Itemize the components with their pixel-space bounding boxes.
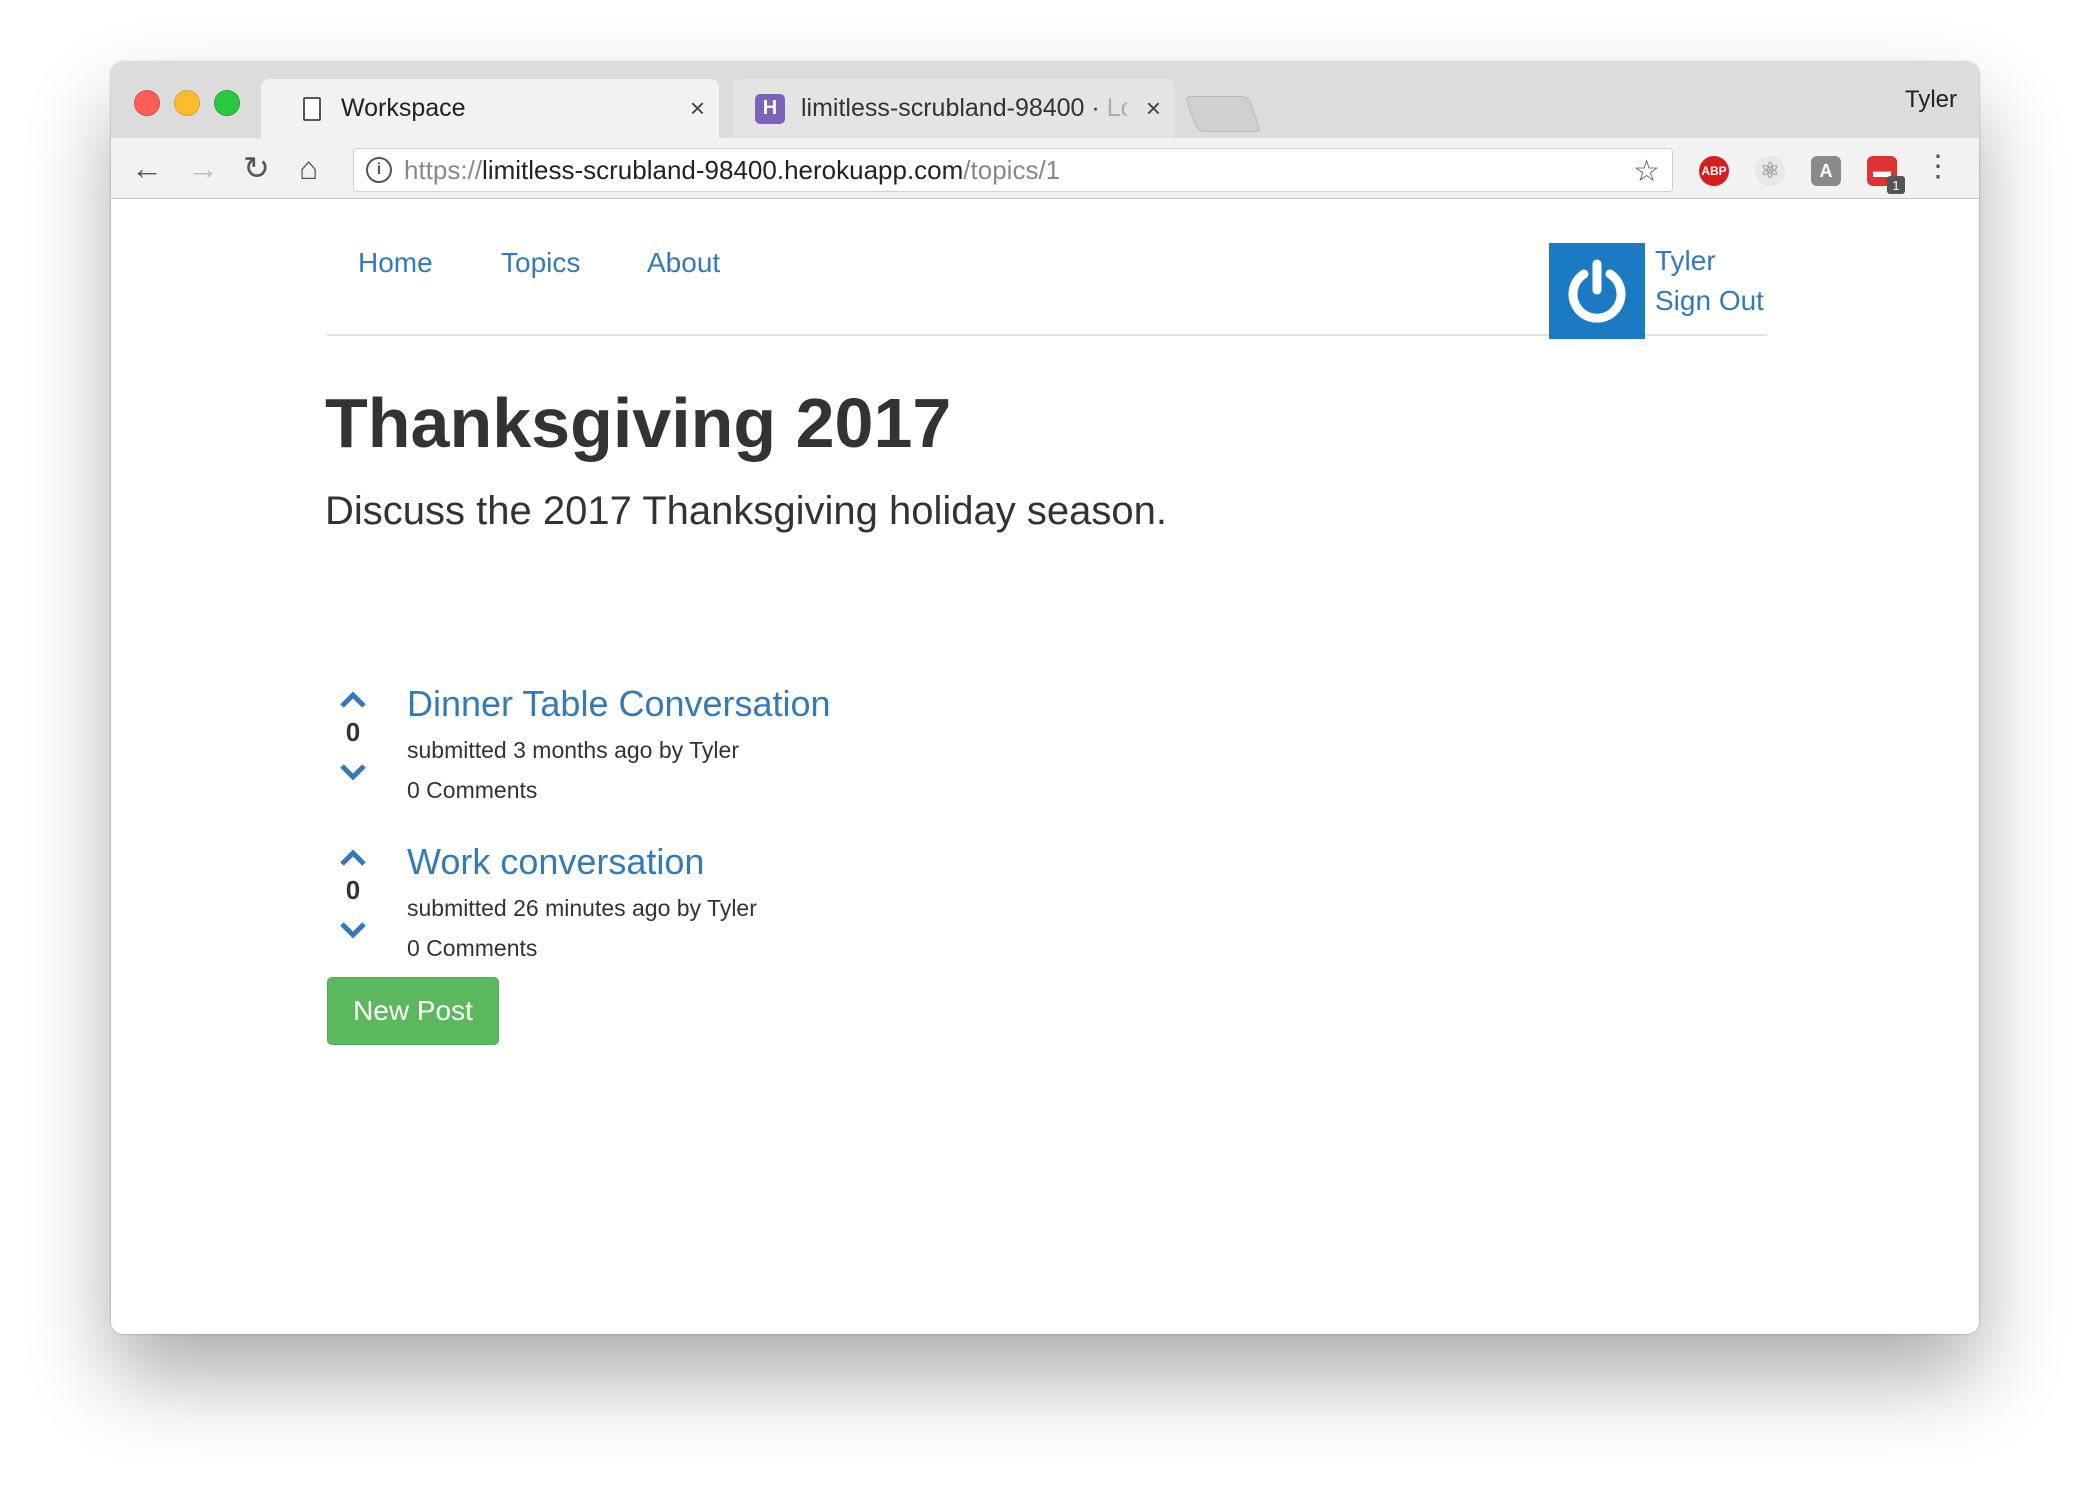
page-content: Home Topics About Tyler Sign Out Thanksg… [111, 199, 1979, 1334]
vote-count: 0 [345, 875, 361, 905]
tab-close-icon[interactable]: × [1146, 93, 1161, 124]
post-title-link[interactable]: Work conversation [407, 841, 704, 883]
page-title: Thanksgiving 2017 [325, 384, 952, 462]
home-icon[interactable]: ⌂ [299, 152, 318, 184]
post-submitted: submitted 3 months ago by Tyler [407, 737, 739, 763]
back-arrow-icon[interactable]: ← [131, 152, 163, 184]
post-submitted: submitted 26 minutes ago by Tyler [407, 895, 757, 921]
nav-topics-link[interactable]: Topics [501, 247, 580, 279]
reload-icon[interactable]: ↻ [243, 152, 270, 184]
tab-workspace[interactable]: Workspace × [261, 79, 719, 138]
upvote-icon[interactable] [338, 689, 368, 711]
tab-close-icon[interactable]: × [690, 93, 705, 124]
browser-toolbar: ← → ↻ ⌂ i https://limitless-scrubland-98… [111, 138, 1979, 199]
post-item: 0 Dinner Table Conversation submitted 3 … [327, 683, 1227, 833]
tab-heroku[interactable]: H limitless-scrubland-98400 · Lo × [733, 79, 1175, 138]
adblock-plus-icon[interactable]: ABP [1699, 156, 1729, 186]
info-icon[interactable]: i [366, 157, 392, 183]
post-title-link[interactable]: Dinner Table Conversation [407, 683, 831, 725]
upvote-icon[interactable] [338, 847, 368, 869]
close-window-button[interactable] [134, 90, 160, 116]
tab-title: limitless-scrubland-98400 · Lo [801, 94, 1127, 122]
menu-dots-icon[interactable]: ⋮ [1923, 152, 1953, 182]
post-comments[interactable]: 0 Comments [407, 777, 537, 804]
minimize-window-button[interactable] [174, 90, 200, 116]
topic-description: Discuss the 2017 Thanksgiving holiday se… [325, 489, 1167, 533]
site-navbar: Home Topics About Tyler Sign Out [327, 199, 1767, 339]
heroku-favicon-icon: H [755, 93, 785, 124]
maximize-window-button[interactable] [214, 90, 240, 116]
bookmark-star-icon[interactable]: ☆ [1633, 154, 1660, 189]
user-name-link[interactable]: Tyler [1655, 245, 1716, 277]
url-host: limitless-scrubland-98400.herokuapp.com [482, 154, 964, 185]
tab-title: Workspace [341, 94, 466, 122]
angular-icon[interactable]: A [1811, 156, 1841, 186]
new-post-button[interactable]: New Post [327, 977, 499, 1045]
document-icon [303, 96, 321, 121]
downvote-icon[interactable] [338, 761, 368, 783]
vote-count: 0 [345, 717, 361, 747]
new-tab-button[interactable] [1184, 96, 1262, 132]
sign-out-link[interactable]: Sign Out [1655, 285, 1764, 317]
downvote-icon[interactable] [338, 919, 368, 941]
browser-window: Workspace × H limitless-scrubland-98400 … [111, 62, 1979, 1334]
url-scheme: https:// [404, 154, 483, 185]
tab-strip: Workspace × H limitless-scrubland-98400 … [111, 62, 1979, 138]
post-item: 0 Work conversation submitted 26 minutes… [327, 841, 1227, 991]
forward-arrow-icon[interactable]: → [187, 152, 219, 184]
nav-home-link[interactable]: Home [358, 247, 433, 279]
url-path: /topics/1 [963, 154, 1061, 185]
extension-badge: 1 [1887, 176, 1905, 194]
post-comments[interactable]: 0 Comments [407, 935, 537, 962]
address-bar[interactable]: i https://limitless-scrubland-98400.hero… [353, 148, 1673, 192]
profile-name[interactable]: Tyler [1905, 86, 1957, 114]
react-devtools-icon[interactable]: ⚛ [1755, 156, 1785, 186]
avatar[interactable] [1549, 243, 1645, 339]
power-icon [1568, 259, 1626, 323]
nav-about-link[interactable]: About [647, 247, 720, 279]
